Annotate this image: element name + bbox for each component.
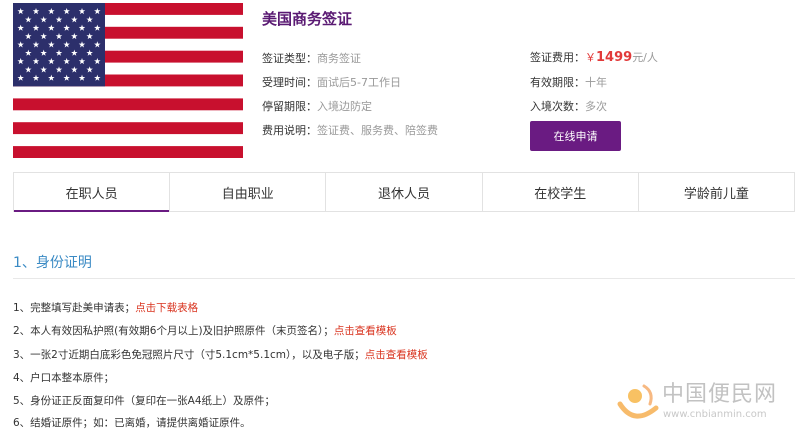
requirement-text: 2、本人有效因私护照(有效期6个月以上)及旧护照原件（末页签名）；: [13, 325, 334, 337]
visa-type-value: 商务签证: [317, 52, 361, 65]
currency-symbol: ￥: [585, 51, 596, 64]
watermark-site-name: 中国便民网: [662, 382, 778, 407]
visa-fee-label: 签证费用：: [530, 51, 585, 64]
requirement-text: 4、户口本整本原件；: [13, 372, 115, 384]
processing-time-value: 面试后5-7工作日: [317, 76, 401, 89]
validity-label: 有效期限：: [530, 76, 585, 89]
tab-employed[interactable]: 在职人员: [14, 173, 171, 212]
applicant-tabs: 在职人员 自由职业 退休人员 在校学生 学龄前儿童: [13, 172, 795, 212]
fee-note-value: 签证费、服务费、陪签费: [317, 124, 438, 137]
fee-note-row: 费用说明：签证费、服务费、陪签费: [262, 122, 438, 138]
stay-period-value: 入境边防定: [317, 100, 372, 113]
entries-row: 入境次数：多次: [530, 98, 607, 114]
validity-value: 十年: [585, 76, 607, 89]
tab-retired[interactable]: 退休人员: [326, 173, 483, 211]
view-template-link[interactable]: 点击查看模板: [334, 325, 397, 337]
requirement-text: 3、一张2寸近期白底彩色免冠照片尺寸（寸5.1cm*5.1cm），以及电子版；: [13, 349, 365, 361]
requirement-text: 1、完整填写赴美申请表；: [13, 302, 136, 314]
requirement-item: 3、一张2寸近期白底彩色免冠照片尺寸（寸5.1cm*5.1cm），以及电子版；点…: [13, 347, 428, 362]
tab-preschool-child[interactable]: 学龄前儿童: [639, 173, 794, 211]
requirement-item: 1、完整填写赴美申请表；点击下载表格: [13, 300, 198, 315]
requirement-item: 4、户口本整本原件；: [13, 370, 114, 385]
requirement-item: 5、身份证正反面复印件（复印在一张A4纸上）及原件；: [13, 393, 275, 408]
fee-note-label: 费用说明：: [262, 124, 317, 137]
processing-time-label: 受理时间：: [262, 76, 317, 89]
visa-type-row: 签证类型：商务签证: [262, 50, 361, 66]
requirement-text: 5、身份证正反面复印件（复印在一张A4纸上）及原件；: [13, 395, 276, 407]
us-flag-image: [13, 3, 243, 158]
entries-label: 入境次数：: [530, 100, 585, 113]
visa-fee-unit: 元/人: [632, 51, 658, 64]
tab-student[interactable]: 在校学生: [483, 173, 639, 211]
visa-type-label: 签证类型：: [262, 52, 317, 65]
requirement-item: 2、本人有效因私护照(有效期6个月以上)及旧护照原件（末页签名）；点击查看模板: [13, 323, 397, 338]
visa-fee-amount: 1499: [596, 50, 633, 65]
download-form-link[interactable]: 点击下载表格: [135, 302, 198, 314]
visa-title: 美国商务签证: [262, 10, 353, 28]
tab-freelancer[interactable]: 自由职业: [170, 173, 327, 211]
requirement-text: 6、结婚证原件；如：已离婚，请提供离婚证原件。: [13, 417, 251, 429]
section-title: 1、身份证明: [13, 255, 92, 271]
visa-fee-row: 签证费用：￥1499元/人: [530, 49, 658, 65]
requirement-item: 6、结婚证原件；如：已离婚，请提供离婚证原件。: [13, 415, 251, 430]
section-divider: [13, 278, 795, 279]
stay-period-row: 停留期限：入境边防定: [262, 98, 372, 114]
watermark-site-url: www.cnbianmin.com: [663, 409, 767, 420]
stay-period-label: 停留期限：: [262, 100, 317, 113]
apply-online-button[interactable]: 在线申请: [530, 121, 621, 151]
entries-value: 多次: [585, 100, 607, 113]
validity-row: 有效期限：十年: [530, 74, 607, 90]
processing-time-row: 受理时间：面试后5-7工作日: [262, 74, 401, 90]
view-template-link[interactable]: 点击查看模板: [365, 349, 428, 361]
